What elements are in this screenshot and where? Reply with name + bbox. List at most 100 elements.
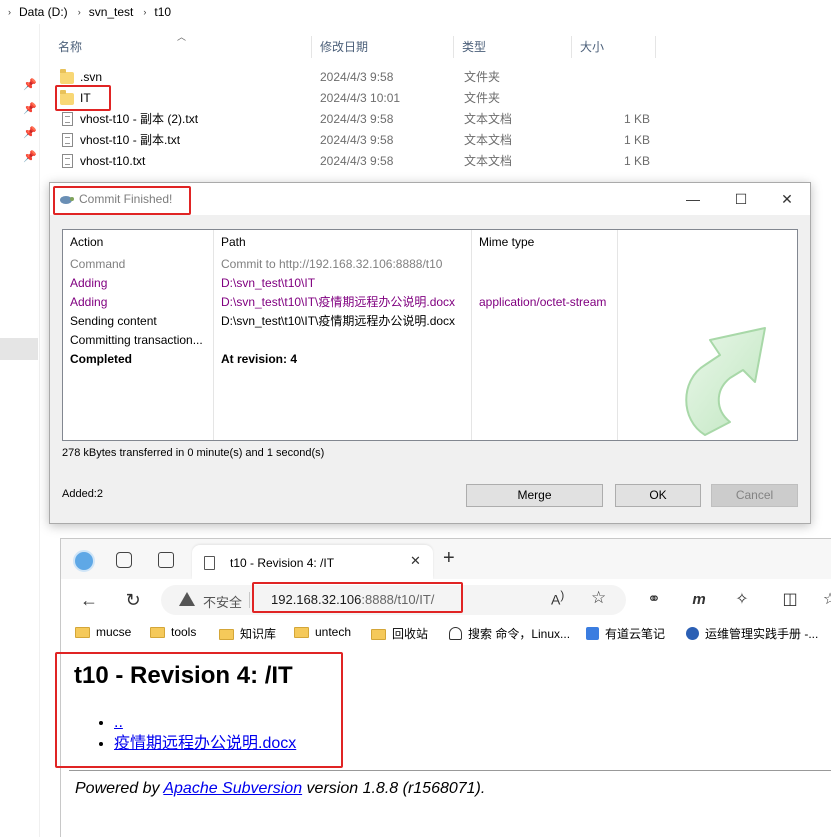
- profile-avatar[interactable]: [73, 550, 95, 572]
- file-row[interactable]: .svn 2024/4/3 9:58 文件夹: [56, 67, 696, 88]
- file-type: 文本文档: [464, 133, 513, 147]
- highlight-box-url: [252, 582, 463, 613]
- file-row[interactable]: vhost-t10 - 副本.txt 2024/4/3 9:58 文本文档 1 …: [56, 130, 696, 151]
- row-action: Sending content: [70, 314, 157, 328]
- chevron-right-icon: ›: [8, 7, 11, 17]
- linux-icon: [449, 627, 462, 640]
- highlight-box-listing: [55, 652, 343, 768]
- row-mime: application/octet-stream: [479, 295, 607, 309]
- file-modified: 2024/4/3 9:58: [320, 70, 394, 84]
- column-header-name[interactable]: 名称: [50, 36, 312, 58]
- row-path: D:\svn_test\t10\IT: [221, 276, 316, 290]
- favorite-star-icon[interactable]: ☆: [591, 588, 606, 608]
- favorites-icon[interactable]: ☆: [817, 587, 831, 613]
- row-action: Completed: [70, 352, 133, 366]
- file-size: 1 KB: [623, 154, 650, 168]
- column-header-modified[interactable]: 修改日期: [312, 36, 454, 58]
- bookmark-folder[interactable]: untech: [294, 625, 351, 643]
- chevron-right-icon[interactable]: ›: [78, 7, 81, 17]
- file-row[interactable]: vhost-t10 - 副本 (2).txt 2024/4/3 9:58 文本文…: [56, 109, 696, 130]
- minimize-icon[interactable]: —: [683, 189, 703, 209]
- extensions-puzzle-icon[interactable]: ✧: [729, 587, 755, 613]
- bookmark-folder[interactable]: 知识库: [219, 625, 276, 643]
- bookmark-label: 知识库: [240, 627, 277, 641]
- new-tab-icon[interactable]: +: [443, 547, 455, 570]
- column-mime: [472, 230, 618, 440]
- bookmark-link[interactable]: 搜索 命令，Linux...: [449, 625, 570, 643]
- breadcrumb-current[interactable]: t10: [154, 5, 171, 19]
- powered-prefix: Powered by: [75, 780, 164, 797]
- commit-log-list[interactable]: Action Path Mime type Command Commit to …: [62, 229, 798, 441]
- bookmark-folder[interactable]: tools: [150, 625, 196, 643]
- file-row[interactable]: IT 2024/4/3 10:01 文件夹: [56, 88, 696, 109]
- file-row[interactable]: vhost-t10.txt 2024/4/3 9:58 文本文档 1 KB: [56, 151, 696, 172]
- maximize-icon[interactable]: ☐: [731, 189, 751, 209]
- folder-icon: [294, 627, 309, 638]
- pin-icon[interactable]: 📌: [23, 103, 37, 115]
- pin-icon[interactable]: 📌: [23, 79, 37, 91]
- pin-icon[interactable]: 📌: [23, 127, 37, 139]
- bookmark-label: untech: [315, 625, 352, 639]
- highlight-box-it-folder: [55, 85, 111, 111]
- commit-arrow-icon: [685, 327, 766, 436]
- refresh-icon[interactable]: ↻: [120, 587, 146, 613]
- back-icon[interactable]: ←: [76, 587, 102, 613]
- cancel-button: Cancel: [711, 484, 798, 507]
- bookmark-link[interactable]: 运维管理实践手册 -...: [686, 625, 818, 643]
- breadcrumb-drive[interactable]: Data (D:): [19, 5, 68, 19]
- bookmark-label: mucse: [96, 625, 132, 639]
- row-action: Committing transaction...: [70, 333, 203, 347]
- row-action: Adding: [70, 276, 108, 290]
- powered-suffix: version 1.8.8 (r1568071).: [302, 780, 486, 797]
- split-screen-icon[interactable]: ◫: [777, 587, 803, 613]
- header-action[interactable]: Action: [70, 235, 103, 249]
- bookmark-link[interactable]: 有道云笔记: [586, 625, 665, 643]
- pin-icon[interactable]: 📌: [23, 151, 37, 163]
- header-mime[interactable]: Mime type: [479, 235, 534, 249]
- powered-by-footer: Powered by Apache Subversion version 1.8…: [75, 780, 485, 798]
- file-type: 文件夹: [464, 70, 501, 84]
- security-label[interactable]: 不安全: [203, 592, 242, 611]
- folder-icon: [371, 629, 386, 640]
- tab-title: t10 - Revision 4: /IT: [230, 556, 335, 570]
- apache-subversion-link[interactable]: Apache Subversion: [163, 780, 302, 797]
- browser-tab[interactable]: t10 - Revision 4: /IT ✕: [192, 545, 433, 579]
- file-size: 1 KB: [623, 133, 650, 147]
- tab-strip: t10 - Revision 4: /IT ✕ +: [61, 539, 831, 579]
- extension-icon[interactable]: ⚭: [641, 587, 667, 613]
- text-file-icon: [62, 154, 73, 168]
- warning-icon[interactable]: [179, 592, 195, 606]
- workspaces-icon[interactable]: [116, 552, 132, 568]
- chevron-right-icon[interactable]: ›: [143, 7, 146, 17]
- row-path: Commit to http://192.168.32.106:8888/t10: [221, 257, 443, 271]
- column-header-size[interactable]: 大小: [572, 36, 656, 58]
- ok-button[interactable]: OK: [615, 484, 701, 507]
- bookmark-folder[interactable]: 回收站: [371, 625, 428, 643]
- breadcrumb-folder[interactable]: svn_test: [89, 5, 134, 19]
- navigation-pane: 📌 📌 📌 📌: [0, 24, 40, 837]
- bookmark-folder[interactable]: mucse: [75, 625, 131, 643]
- added-summary: Added:2: [62, 488, 103, 500]
- close-icon[interactable]: ✕: [777, 189, 797, 209]
- tab-actions-icon[interactable]: [158, 552, 174, 568]
- file-type: 文本文档: [464, 112, 513, 126]
- folder-icon: [60, 69, 74, 84]
- address-breadcrumb: › Data (D:) › svn_test › t10: [0, 0, 831, 24]
- folder-icon: [150, 627, 165, 638]
- read-aloud-icon[interactable]: A): [551, 589, 564, 608]
- file-modified: 2024/4/3 9:58: [320, 112, 394, 126]
- column-header-type[interactable]: 类型: [454, 36, 572, 58]
- divider: [69, 770, 831, 771]
- m-extension-icon[interactable]: m: [686, 587, 712, 613]
- header-path[interactable]: Path: [221, 235, 246, 249]
- transfer-status: 278 kBytes transferred in 0 minute(s) an…: [62, 447, 325, 459]
- address-divider: [249, 592, 250, 608]
- commit-finished-dialog: Commit Finished! — ☐ ✕ Action Path Mime …: [49, 182, 811, 524]
- nav-item-selected[interactable]: [0, 338, 38, 360]
- bookmark-label: 搜索 命令，Linux...: [468, 627, 571, 641]
- folder-icon: [219, 629, 234, 640]
- row-path: D:\svn_test\t10\IT\疫情期远程办公说明.docx: [221, 295, 456, 309]
- merge-button[interactable]: Merge: [466, 484, 603, 507]
- close-tab-icon[interactable]: ✕: [410, 553, 421, 569]
- bookmarks-bar: mucse tools 知识库 untech 回收站 搜索 命令，Linux..…: [61, 621, 831, 647]
